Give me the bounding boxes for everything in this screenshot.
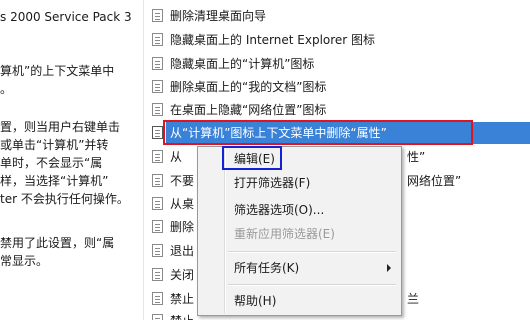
policy-row-label-tail: 性” <box>407 150 426 164</box>
policy-setting-icon <box>152 292 163 305</box>
policy-row-label: 不要 <box>170 174 195 188</box>
policy-setting-icon <box>152 57 163 70</box>
description-line: 置，则当用户右键单击 <box>0 120 121 134</box>
policy-setting-icon <box>152 80 163 93</box>
policy-row[interactable]: 隐藏桌面上的“计算机”图标 <box>144 53 530 75</box>
policy-setting-icon <box>152 103 163 116</box>
description-line: 算机”的上下文菜单中 <box>0 64 115 78</box>
menu-item-filter-options[interactable]: 筛选器选项(O)... <box>200 199 399 221</box>
context-menu: 编辑(E) 打开筛选器(F) 筛选器选项(O)... 重新应用筛选器(E) 所有… <box>197 146 402 316</box>
description-line: 常显示。 <box>0 254 49 268</box>
menu-item-open-filter[interactable]: 打开筛选器(F) <box>200 172 399 194</box>
policy-setting-icon <box>152 244 163 257</box>
policy-row-label: 禁止 <box>170 313 194 320</box>
annotation-blue-box <box>222 146 282 170</box>
menu-item-label: 筛选器选项(O)... <box>234 203 325 217</box>
menu-item-all-tasks[interactable]: 所有任务(K) <box>200 257 399 279</box>
policy-row-label: 删除清理桌面向导 <box>170 9 267 23</box>
policy-setting-icon <box>152 33 163 46</box>
menu-item-label: 打开筛选器(F) <box>234 176 311 190</box>
policy-row[interactable]: 在桌面上隐藏“网络位置”图标 <box>144 99 530 121</box>
description-line: 禁用了此设置，则“属 <box>0 236 115 250</box>
menu-item-reapply-filter: 重新应用筛选器(E) <box>200 223 399 245</box>
policy-setting-icon <box>152 314 163 320</box>
menu-item-label: 所有任务(K) <box>234 261 300 275</box>
description-line: 。 <box>0 82 13 96</box>
description-line: 样，当选择“计算机” <box>0 174 109 188</box>
policy-row-label: 关闭 <box>170 268 195 282</box>
policy-row-label: 隐藏桌面上的“计算机”图标 <box>170 57 315 71</box>
policy-row-label-tail: 兰 <box>407 292 420 306</box>
policy-setting-icon <box>152 197 163 210</box>
menu-item-help[interactable]: 帮助(H) <box>200 290 399 312</box>
policy-setting-icon <box>152 9 163 22</box>
policy-setting-icon <box>152 174 163 187</box>
menu-separator <box>228 284 396 286</box>
description-pane: s 2000 Service Pack 3 算机”的上下文菜单中 。 置，则当用… <box>0 0 142 320</box>
policy-setting-icon <box>152 220 163 233</box>
policy-row-label: 从 <box>170 150 183 164</box>
policy-setting-icon <box>152 268 163 281</box>
policy-row[interactable]: 隐藏桌面上的 Internet Explorer 图标 <box>144 29 530 51</box>
policy-setting-icon <box>152 150 163 163</box>
menu-item-label: 重新应用筛选器(E) <box>234 227 335 241</box>
policy-row-label: 隐藏桌面上的 Internet Explorer 图标 <box>170 33 376 47</box>
policy-row-label: 禁止 <box>170 292 195 306</box>
description-line: s 2000 Service Pack 3 <box>0 10 132 24</box>
policy-row-label: 在桌面上隐藏“网络位置”图标 <box>170 103 327 117</box>
submenu-arrow-icon <box>387 264 391 272</box>
menu-separator <box>228 251 396 253</box>
policy-row-label: 删除桌面上的“我的文档”图标 <box>170 80 327 94</box>
policy-row[interactable]: 删除清理桌面向导 <box>144 5 530 27</box>
description-line: 单时，不会显示“属 <box>0 156 103 170</box>
policy-row[interactable]: 删除桌面上的“我的文档”图标 <box>144 76 530 98</box>
description-line: 或单击“计算机”并转 <box>0 138 109 152</box>
annotation-red-box <box>163 120 473 145</box>
policy-setting-icon <box>152 126 163 139</box>
policy-row-label-tail: 网络位置” <box>407 174 462 188</box>
policy-row-label: 退出 <box>170 244 195 258</box>
description-line: ter 不会执行任何操作。 <box>0 192 129 206</box>
policy-row-label: 删除 <box>170 220 195 234</box>
menu-item-label: 帮助(H) <box>234 294 277 308</box>
policy-row-label: 从桌 <box>170 197 195 211</box>
